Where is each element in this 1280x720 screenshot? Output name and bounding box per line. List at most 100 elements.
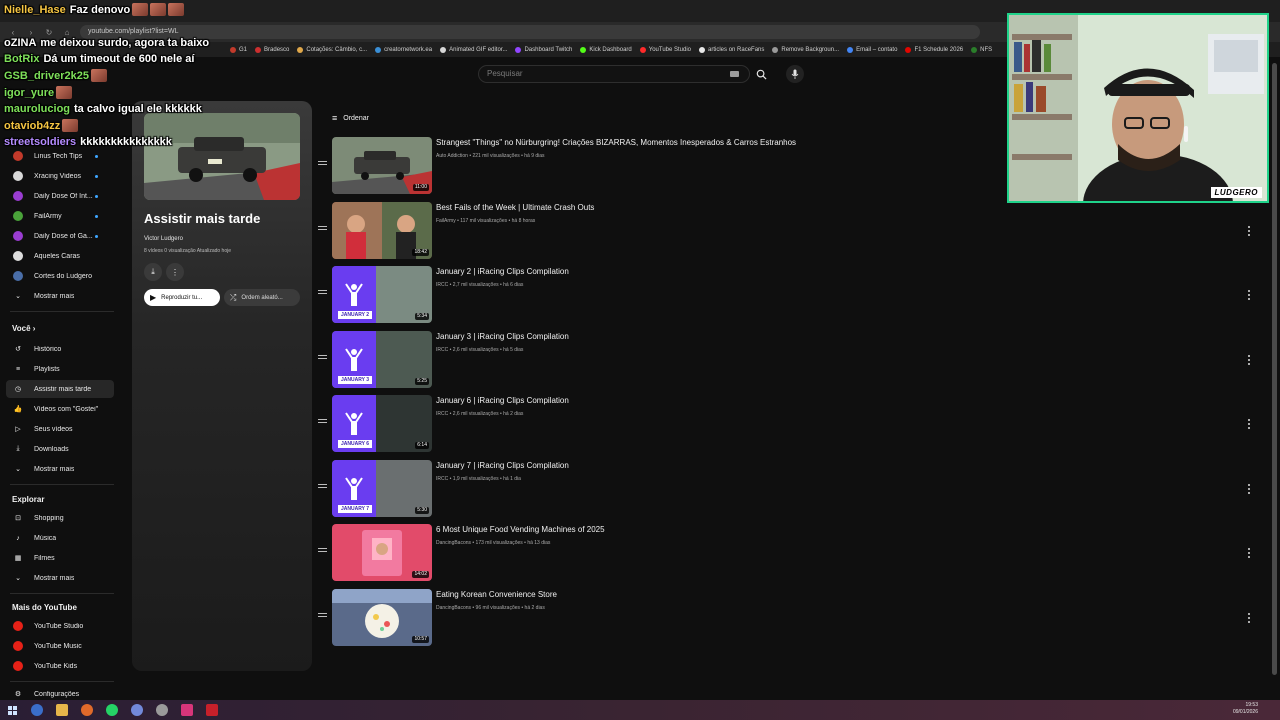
drag-handle-icon[interactable]: [318, 613, 327, 619]
download-button[interactable]: ⤓: [144, 263, 162, 281]
bookmark[interactable]: articles on RaceFans: [699, 46, 764, 53]
video-title[interactable]: January 7 | iRacing Clips Compilation: [436, 461, 569, 470]
file-explorer-icon[interactable]: [56, 704, 68, 716]
you-section-header[interactable]: Você ›: [12, 324, 35, 333]
video-thumbnail[interactable]: 11:00: [332, 137, 432, 194]
chat-message: GSB_driver2k25: [4, 69, 107, 82]
playlist-video-row[interactable]: 18:42 Best Fails of the Week | Ultimate …: [316, 202, 1260, 262]
play-all-button[interactable]: ▶ Reproduzir tu...: [144, 289, 220, 306]
drag-handle-icon[interactable]: [318, 161, 327, 167]
bookmark[interactable]: Remove Backgroun...: [772, 46, 839, 53]
bookmark[interactable]: Animated GIF editor...: [440, 46, 507, 53]
sidebar-item-history[interactable]: ↺ Histórico: [6, 340, 114, 358]
sidebar-item-shopping[interactable]: ⊡ Shopping: [6, 509, 114, 527]
video-thumbnail[interactable]: JANUARY 2 5:34: [332, 266, 432, 323]
video-title[interactable]: January 6 | iRacing Clips Compilation: [436, 396, 569, 405]
app-icon[interactable]: [81, 704, 93, 716]
video-thumbnail[interactable]: 10:57: [332, 589, 432, 646]
sidebar-item-playlists[interactable]: ≡ Playlists: [6, 360, 114, 378]
video-title[interactable]: 6 Most Unique Food Vending Machines of 2…: [436, 525, 605, 534]
shuffle-button[interactable]: ⤮ Ordem aleató...: [224, 289, 300, 306]
video-title[interactable]: Eating Korean Convenience Store: [436, 590, 557, 599]
search-input[interactable]: Pesquisar: [478, 65, 750, 83]
drag-handle-icon[interactable]: [318, 290, 327, 296]
bookmark[interactable]: F1 Schedule 2026: [905, 46, 963, 53]
kebab-menu-icon[interactable]: [1248, 290, 1252, 300]
new-content-dot: [95, 234, 98, 238]
sidebar-item-movies[interactable]: ▦ Filmes: [6, 549, 114, 567]
bookmark[interactable]: NFS: [971, 46, 992, 53]
bookmark[interactable]: Kick Dashboard: [580, 46, 632, 53]
video-thumbnail[interactable]: JANUARY 6 6:14: [332, 395, 432, 452]
playlist-video-row[interactable]: JANUARY 6 6:14 January 6 | iRacing Clips…: [316, 395, 1260, 455]
playlist-owner[interactable]: Victor Ludgero: [144, 236, 183, 242]
kebab-menu-icon[interactable]: [1248, 548, 1252, 558]
system-clock[interactable]: 19:53 09/01/2026: [1233, 702, 1258, 716]
settings-icon[interactable]: [156, 704, 168, 716]
drag-handle-icon[interactable]: [318, 355, 327, 361]
chrome-icon[interactable]: [31, 704, 43, 716]
playlist-video-row[interactable]: 10:57 Eating Korean Convenience Store Da…: [316, 589, 1260, 649]
video-thumbnail[interactable]: 18:42: [332, 202, 432, 259]
show-more-you[interactable]: ⌄ Mostrar mais: [6, 460, 114, 478]
sidebar-item-yt-studio[interactable]: YouTube Studio: [6, 617, 114, 635]
sidebar-item-yt-music[interactable]: YouTube Music: [6, 637, 114, 655]
sidebar-item-liked[interactable]: 👍 Vídeos com "Gostei": [6, 400, 114, 418]
app-icon[interactable]: [206, 704, 218, 716]
video-title[interactable]: Best Fails of the Week | Ultimate Crash …: [436, 203, 594, 212]
app-icon[interactable]: [181, 704, 193, 716]
drag-handle-icon[interactable]: [318, 548, 327, 554]
sidebar-channel[interactable]: Xracing Videos: [6, 167, 114, 185]
show-more-explore[interactable]: ⌄ Mostrar mais: [6, 569, 114, 587]
sort-button[interactable]: ≡ Ordenar: [332, 113, 369, 123]
drag-handle-icon[interactable]: [318, 226, 327, 232]
drag-handle-icon[interactable]: [318, 419, 327, 425]
kebab-menu-icon[interactable]: [1248, 226, 1252, 236]
playlist-video-row[interactable]: JANUARY 7 5:30 January 7 | iRacing Clips…: [316, 460, 1260, 520]
sidebar-channel[interactable]: Cortes do Ludgero: [6, 267, 114, 285]
bookmark[interactable]: Email – contato: [847, 46, 897, 53]
search-button[interactable]: [752, 65, 770, 83]
sidebar-item-watch-later[interactable]: ◷ Assistir mais tarde: [6, 380, 114, 398]
bookmark[interactable]: Cotações: Câmbio, c...: [297, 46, 367, 53]
kebab-menu-icon[interactable]: [1248, 419, 1252, 429]
windows-start-icon[interactable]: [6, 704, 18, 716]
playlist-video-row[interactable]: JANUARY 2 5:34 January 2 | iRacing Clips…: [316, 266, 1260, 326]
more-options-button[interactable]: ⋮: [166, 263, 184, 281]
drag-handle-icon[interactable]: [318, 484, 327, 490]
chat-text: kkkkkkkkkkkkkkk: [80, 136, 172, 148]
video-thumbnail[interactable]: JANUARY 3 5:25: [332, 331, 432, 388]
video-title[interactable]: Strangest "Things" no Nürburgring! Criaç…: [436, 138, 796, 147]
bookmark[interactable]: YouTube Studio: [639, 46, 691, 53]
sidebar-item-settings[interactable]: ⚙ Configurações: [6, 689, 114, 699]
download-icon: ⤓: [16, 445, 20, 452]
sidebar-channel[interactable]: FailArmy: [6, 207, 114, 225]
playlist-video-row[interactable]: JANUARY 3 5:25 January 3 | iRacing Clips…: [316, 331, 1260, 391]
kebab-menu-icon[interactable]: [1248, 613, 1252, 623]
video-title[interactable]: January 3 | iRacing Clips Compilation: [436, 332, 569, 341]
sidebar-channel[interactable]: Daily Dose of Ga...: [6, 227, 114, 245]
video-title[interactable]: January 2 | iRacing Clips Compilation: [436, 267, 569, 276]
sidebar-item-music[interactable]: ♪ Música: [6, 529, 114, 547]
playlist-video-row[interactable]: 14:02 6 Most Unique Food Vending Machine…: [316, 524, 1260, 584]
sidebar-item-your-videos[interactable]: ▷ Seus vídeos: [6, 420, 114, 438]
show-more-subscriptions[interactable]: ⌄ Mostrar mais: [6, 287, 114, 305]
video-thumbnail[interactable]: JANUARY 7 5:30: [332, 460, 432, 517]
sidebar-item-yt-kids[interactable]: YouTube Kids: [6, 657, 114, 675]
video-thumbnail[interactable]: 14:02: [332, 524, 432, 581]
discord-icon[interactable]: [131, 704, 143, 716]
page-scrollbar[interactable]: [1272, 63, 1277, 675]
bookmark[interactable]: Dashboard Twitch: [515, 46, 572, 53]
kebab-menu-icon[interactable]: [1248, 355, 1252, 365]
bookmark[interactable]: Bradesco: [255, 46, 289, 53]
keyboard-icon[interactable]: [730, 71, 739, 77]
sidebar-channel[interactable]: Daily Dose Of Int...: [6, 187, 114, 205]
voice-search-button[interactable]: [786, 65, 804, 83]
sidebar-channel[interactable]: Aqueles Caras: [6, 247, 114, 265]
bookmark[interactable]: creatornetwork.ea: [375, 46, 432, 53]
bookmark[interactable]: G1: [230, 46, 247, 53]
video-duration: 5:34: [415, 313, 429, 320]
kebab-menu-icon[interactable]: [1248, 484, 1252, 494]
sidebar-item-downloads[interactable]: ⤓ Downloads: [6, 440, 114, 458]
whatsapp-icon[interactable]: [106, 704, 118, 716]
